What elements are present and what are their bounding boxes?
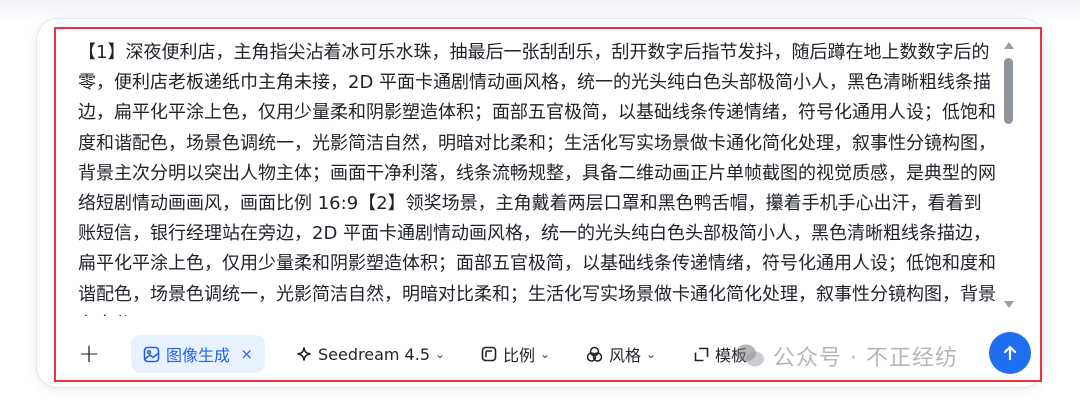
style-label: 风格 xyxy=(609,346,642,365)
style-selector[interactable]: 风格 ⌄ xyxy=(586,335,656,373)
ratio-label: 比例 xyxy=(503,346,536,365)
wechat-icon xyxy=(735,343,765,369)
scroll-down-icon[interactable] xyxy=(1004,301,1014,308)
chevron-down-icon: ⌄ xyxy=(646,347,657,361)
aspect-ratio-icon xyxy=(481,346,497,362)
image-icon xyxy=(143,346,160,363)
arrow-up-icon xyxy=(1001,344,1019,362)
prompt-scrollbar[interactable] xyxy=(1001,38,1017,310)
palette-icon xyxy=(586,346,603,363)
ratio-selector[interactable]: 比例 ⌄ xyxy=(481,335,550,373)
scroll-thumb[interactable] xyxy=(1004,58,1013,124)
model-selector[interactable]: Seedream 4.5 ⌄ xyxy=(296,335,445,373)
close-icon[interactable]: × xyxy=(240,345,253,363)
chevron-down-icon: ⌄ xyxy=(540,347,551,361)
send-button[interactable] xyxy=(989,332,1031,374)
template-icon xyxy=(694,347,709,362)
page-top-edge xyxy=(0,0,1080,20)
chevron-down-icon: ⌄ xyxy=(435,347,446,361)
model-label: Seedream 4.5 xyxy=(318,344,430,364)
image-generation-label: 图像生成 xyxy=(166,346,231,365)
sparkle-icon xyxy=(296,346,312,362)
image-generation-chip[interactable]: 图像生成 × xyxy=(131,335,265,373)
watermark-text: 公众号 · 不正经纺 xyxy=(773,346,958,371)
watermark: 公众号 · 不正经纺 xyxy=(735,337,958,375)
scroll-up-icon[interactable] xyxy=(1004,42,1014,49)
prompt-textarea[interactable]: 【1】深夜便利店，主角指尖沾着冰可乐水珠，抽最后一张刮刮乐，刮开数字后指节发抖，… xyxy=(78,38,996,316)
add-attachment-button[interactable]: + xyxy=(74,335,104,373)
